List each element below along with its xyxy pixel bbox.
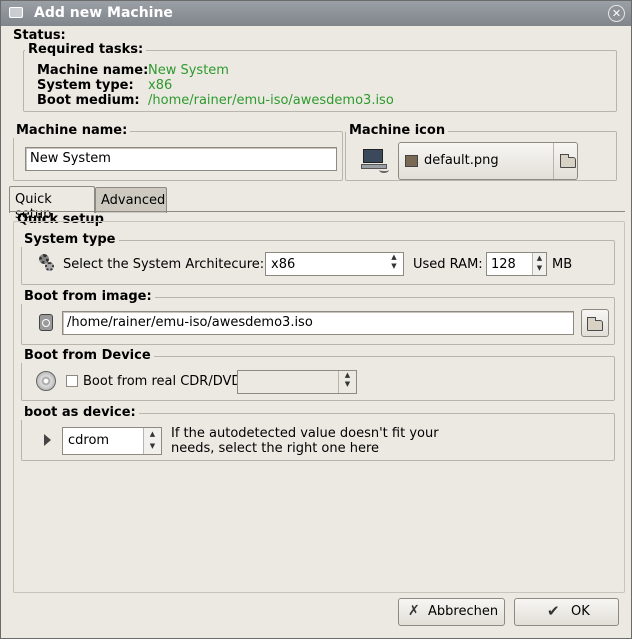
updown-icon: ▲ ▼ xyxy=(385,253,403,275)
play-arrow-icon xyxy=(44,434,51,446)
disk-image-icon xyxy=(39,314,53,331)
checkmark-icon: ✔ xyxy=(547,602,560,620)
tab-advanced-label: Advanced xyxy=(101,193,166,208)
arch-label: Select the System Architecure: xyxy=(63,257,265,272)
tab-advanced[interactable]: Advanced xyxy=(95,187,167,213)
boot-as-value: cdrom xyxy=(68,433,110,448)
system-type-label: System type xyxy=(21,232,119,247)
cancel-icon: ✗ xyxy=(408,603,420,619)
image-file-icon xyxy=(405,155,418,167)
boot-as-select[interactable]: cdrom ▲ ▼ xyxy=(62,427,162,455)
cancel-button[interactable]: ✗ Abbrechen xyxy=(398,598,505,626)
status-boot-medium-value: /home/rainer/emu-iso/awesdemo3.iso xyxy=(148,93,394,108)
ram-spinner[interactable]: 128 ▲ ▼ xyxy=(486,252,547,276)
status-system-type-key: System type: xyxy=(37,78,134,93)
cd-icon xyxy=(36,371,56,391)
image-path-input[interactable]: /home/rainer/emu-iso/awesdemo3.iso xyxy=(62,311,574,335)
icon-file-button[interactable]: default.png xyxy=(398,142,578,180)
status-system-type-value: x86 xyxy=(148,78,173,93)
arch-select-value: x86 xyxy=(271,257,296,272)
ok-button[interactable]: ✔ OK xyxy=(514,598,619,626)
folder-open-icon xyxy=(560,154,576,168)
ram-value: 128 xyxy=(491,257,516,272)
boot-device-label: Boot from Device xyxy=(21,348,154,363)
real-cdr-label: Boot from real CDR/DVD xyxy=(83,374,242,389)
status-machine-name-key: Machine name: xyxy=(37,63,149,78)
spin-arrows-icon[interactable]: ▲ ▼ xyxy=(532,253,546,275)
cpu-gear-icon xyxy=(37,254,55,272)
real-cdr-checkbox[interactable] xyxy=(66,375,78,387)
status-boot-medium-key: Boot medium: xyxy=(37,93,140,108)
cancel-button-label: Abbrechen xyxy=(428,604,499,619)
boot-as-label: boot as device: xyxy=(21,405,139,420)
folder-open-icon xyxy=(587,317,603,331)
arch-select[interactable]: x86 ▲ ▼ xyxy=(265,252,404,276)
status-label: Status: xyxy=(13,28,66,43)
boot-image-label: Boot from image: xyxy=(21,289,155,304)
machine-name-label: Machine name: xyxy=(13,123,131,138)
device-select[interactable]: ▲ ▼ xyxy=(237,370,357,394)
tab-quick-setup[interactable]: Quick setup xyxy=(9,186,95,222)
updown-icon: ▲ ▼ xyxy=(338,371,356,393)
updown-icon: ▲ ▼ xyxy=(143,428,161,454)
ram-label: Used RAM: xyxy=(413,257,483,272)
machine-name-input[interactable]: New System xyxy=(25,147,337,171)
ram-unit: MB xyxy=(552,257,573,272)
boot-as-hint-line1: If the autodetected value doesn't fit yo… xyxy=(171,426,439,441)
close-icon[interactable]: ✕ xyxy=(608,5,625,22)
machine-icon-label: Machine icon xyxy=(346,123,449,138)
ok-button-label: OK xyxy=(571,604,590,619)
window-icon xyxy=(9,7,23,18)
required-tasks-label: Required tasks: xyxy=(25,42,147,57)
window-title: Add new Machine xyxy=(34,5,173,21)
icon-file-name: default.png xyxy=(424,153,499,168)
computer-icon xyxy=(361,149,391,175)
boot-as-hint-line2: needs, select the right one here xyxy=(171,441,380,456)
status-machine-name-value: New System xyxy=(148,63,229,78)
add-machine-window: Add new Machine ✕ Status: Required tasks… xyxy=(0,0,632,639)
browse-image-button[interactable] xyxy=(581,309,609,337)
title-bar: Add new Machine ✕ xyxy=(1,1,631,26)
